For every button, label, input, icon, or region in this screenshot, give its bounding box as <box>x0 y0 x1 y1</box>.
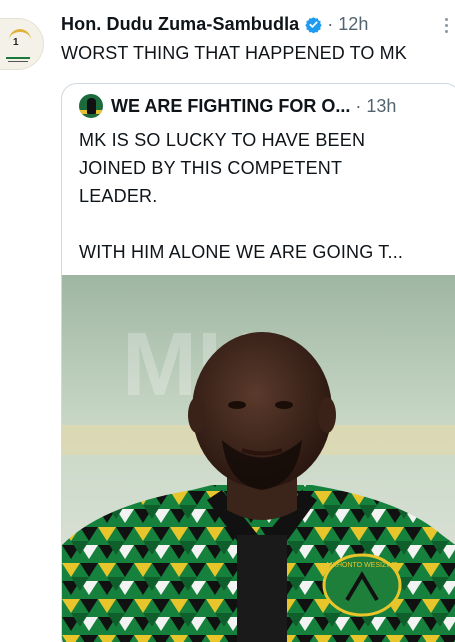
tweet-author-avatar[interactable]: 1 <box>0 18 44 70</box>
tweet-timestamp[interactable]: 12h <box>338 14 368 35</box>
verified-badge-icon <box>305 16 323 33</box>
tweet-header: Hon. Dudu Zuma-Sambudla · 12h <box>61 12 455 36</box>
avatar-caption-line <box>8 61 28 62</box>
tweet-body-text: WORST THING THAT HAPPENED TO MK <box>61 43 407 63</box>
avatar-numeral: 1 <box>13 37 19 48</box>
quoted-line-1: MK IS SO LUCKY TO HAVE BEEN <box>79 130 366 150</box>
svg-text:MKHONTO WESIZWE: MKHONTO WESIZWE <box>326 562 397 569</box>
tweet-author-name[interactable]: Hon. Dudu Zuma-Sambudla <box>61 14 299 35</box>
quoted-tweet-photo[interactable]: MK MKHONTO WESIZWE <box>62 275 455 642</box>
quoted-author-name[interactable]: WE ARE FIGHTING FOR O... <box>111 96 350 117</box>
quoted-author-avatar[interactable] <box>79 94 103 118</box>
quoted-tweet-text: MK IS SO LUCKY TO HAVE BEEN JOINED BY TH… <box>79 126 449 266</box>
quoted-header-separator: · <box>355 95 362 116</box>
more-options-icon[interactable] <box>445 18 449 36</box>
quoted-timestamp[interactable]: 13h <box>366 96 396 117</box>
quoted-tweet-card[interactable]: WE ARE FIGHTING FOR O... · 13h MK IS SO … <box>61 83 455 642</box>
avatar-figure <box>87 98 96 114</box>
quoted-line-4: WITH HIM ALONE WE ARE GOING T... <box>79 242 404 262</box>
quoted-line-2: JOINED BY THIS COMPETENT <box>79 158 343 178</box>
header-separator: · <box>327 13 334 34</box>
avatar-stripe <box>6 57 30 59</box>
quoted-tweet-header: WE ARE FIGHTING FOR O... · 13h <box>79 93 396 119</box>
quoted-line-3: LEADER. <box>79 186 158 206</box>
